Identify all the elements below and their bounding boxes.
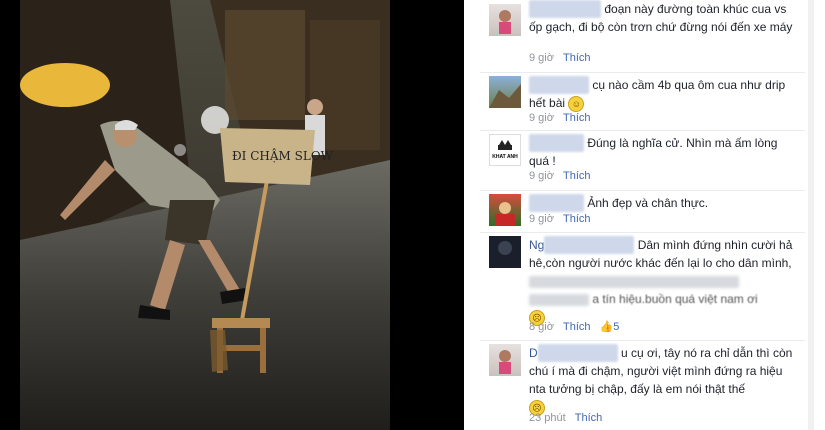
like-link[interactable]: Thích [563, 170, 591, 182]
blurred-text [529, 293, 589, 306]
comment-meta: 8 giờ Thích 👍5 [529, 320, 619, 333]
comment-text: Ngxxxxxxxxxxxxxx Dân mình đứng nhìn cười… [529, 236, 797, 326]
scrollbar[interactable] [808, 0, 814, 430]
commenter-name[interactable]: xxxxxxxxxxx [537, 344, 618, 362]
like-link[interactable]: Thích [563, 52, 591, 64]
avatar[interactable]: KHAT ANH [489, 134, 521, 166]
photo-viewer: ĐI CHẬM SLOW [0, 0, 464, 430]
comment-time[interactable]: 9 giờ [529, 213, 554, 225]
comment: xxxxxxxxxxxx đoạn này đường toàn khúc cu… [480, 0, 805, 73]
like-count[interactable]: 👍5 [600, 321, 620, 333]
sign-text: ĐI CHẬM SLOW [232, 147, 334, 163]
commenter-name-prefix[interactable]: D [529, 346, 538, 360]
avatar[interactable] [489, 76, 521, 108]
comment: Dxxxxxxxxxxx u cụ ơi, tây nó ra chỉ dẫn … [480, 340, 805, 430]
blurred-text [529, 275, 739, 288]
commenter-name[interactable]: xxxxxxxxxx [529, 76, 589, 94]
like-link[interactable]: Thích [563, 321, 591, 333]
commenter-name[interactable]: xxxxxxxxxxxx [529, 0, 601, 18]
comment-time[interactable]: 9 giờ [529, 112, 554, 124]
comment-meta: 23 phút Thích [529, 412, 602, 424]
comment-meta: 9 giờ Thích [529, 170, 591, 182]
avatar[interactable] [489, 194, 521, 226]
commenter-name[interactable]: xxxxxxxxx [529, 134, 584, 152]
avatar[interactable] [489, 344, 521, 376]
avatar[interactable] [489, 236, 521, 268]
comment: Ngxxxxxxxxxxxxxx Dân mình đứng nhìn cười… [480, 232, 805, 341]
like-link[interactable]: Thích [563, 213, 591, 225]
street-photo: ĐI CHẬM SLOW [20, 0, 390, 430]
commenter-name[interactable]: xxxxxxxxxxxxxx [544, 236, 635, 254]
thumbs-up-icon: 👍 [599, 321, 614, 333]
comment-time[interactable]: 9 giờ [529, 52, 554, 64]
comment-meta: 9 giờ Thích [529, 112, 591, 124]
comment-time[interactable]: 23 phút [529, 412, 566, 424]
comment: xxxxxxxxx Ảnh đẹp và chân thực. 9 giờ Th… [480, 190, 805, 233]
comments-list: xxxxxxxxxxxx đoạn này đường toàn khúc cu… [480, 0, 805, 430]
comment-text: xxxxxxxxx Đúng là nghĩa cử. Nhìn mà ấm l… [529, 134, 778, 168]
comment-text: xxxxxxxxxxxx đoạn này đường toàn khúc cu… [529, 0, 793, 34]
comment-time[interactable]: 8 giờ [529, 321, 554, 333]
like-link[interactable]: Thích [575, 412, 603, 424]
commenter-name[interactable]: xxxxxxxxx [529, 194, 584, 212]
avatar-text: KHAT ANH [492, 154, 518, 160]
avatar[interactable] [489, 4, 521, 36]
comment: xxxxxxxxxx cụ nào cầm 4b qua ôm cua như … [480, 72, 805, 131]
comment: KHAT ANH xxxxxxxxx Đúng là nghĩa cử. Nhì… [480, 130, 805, 191]
comment-time[interactable]: 9 giờ [529, 170, 554, 182]
comment-text: xxxxxxxxx Ảnh đẹp và chân thực. [529, 194, 797, 212]
comment-meta: 9 giờ Thích [529, 52, 591, 64]
like-link[interactable]: Thích [563, 112, 591, 124]
comment-meta: 9 giờ Thích [529, 213, 591, 225]
emoji-icon: ☺ [568, 95, 585, 112]
comment-text: xxxxxxxxxx cụ nào cầm 4b qua ôm cua như … [529, 76, 786, 112]
comment-text: Dxxxxxxxxxxx u cụ ơi, tây nó ra chỉ dẫn … [529, 344, 797, 416]
commenter-name-prefix[interactable]: Ng [529, 238, 544, 252]
